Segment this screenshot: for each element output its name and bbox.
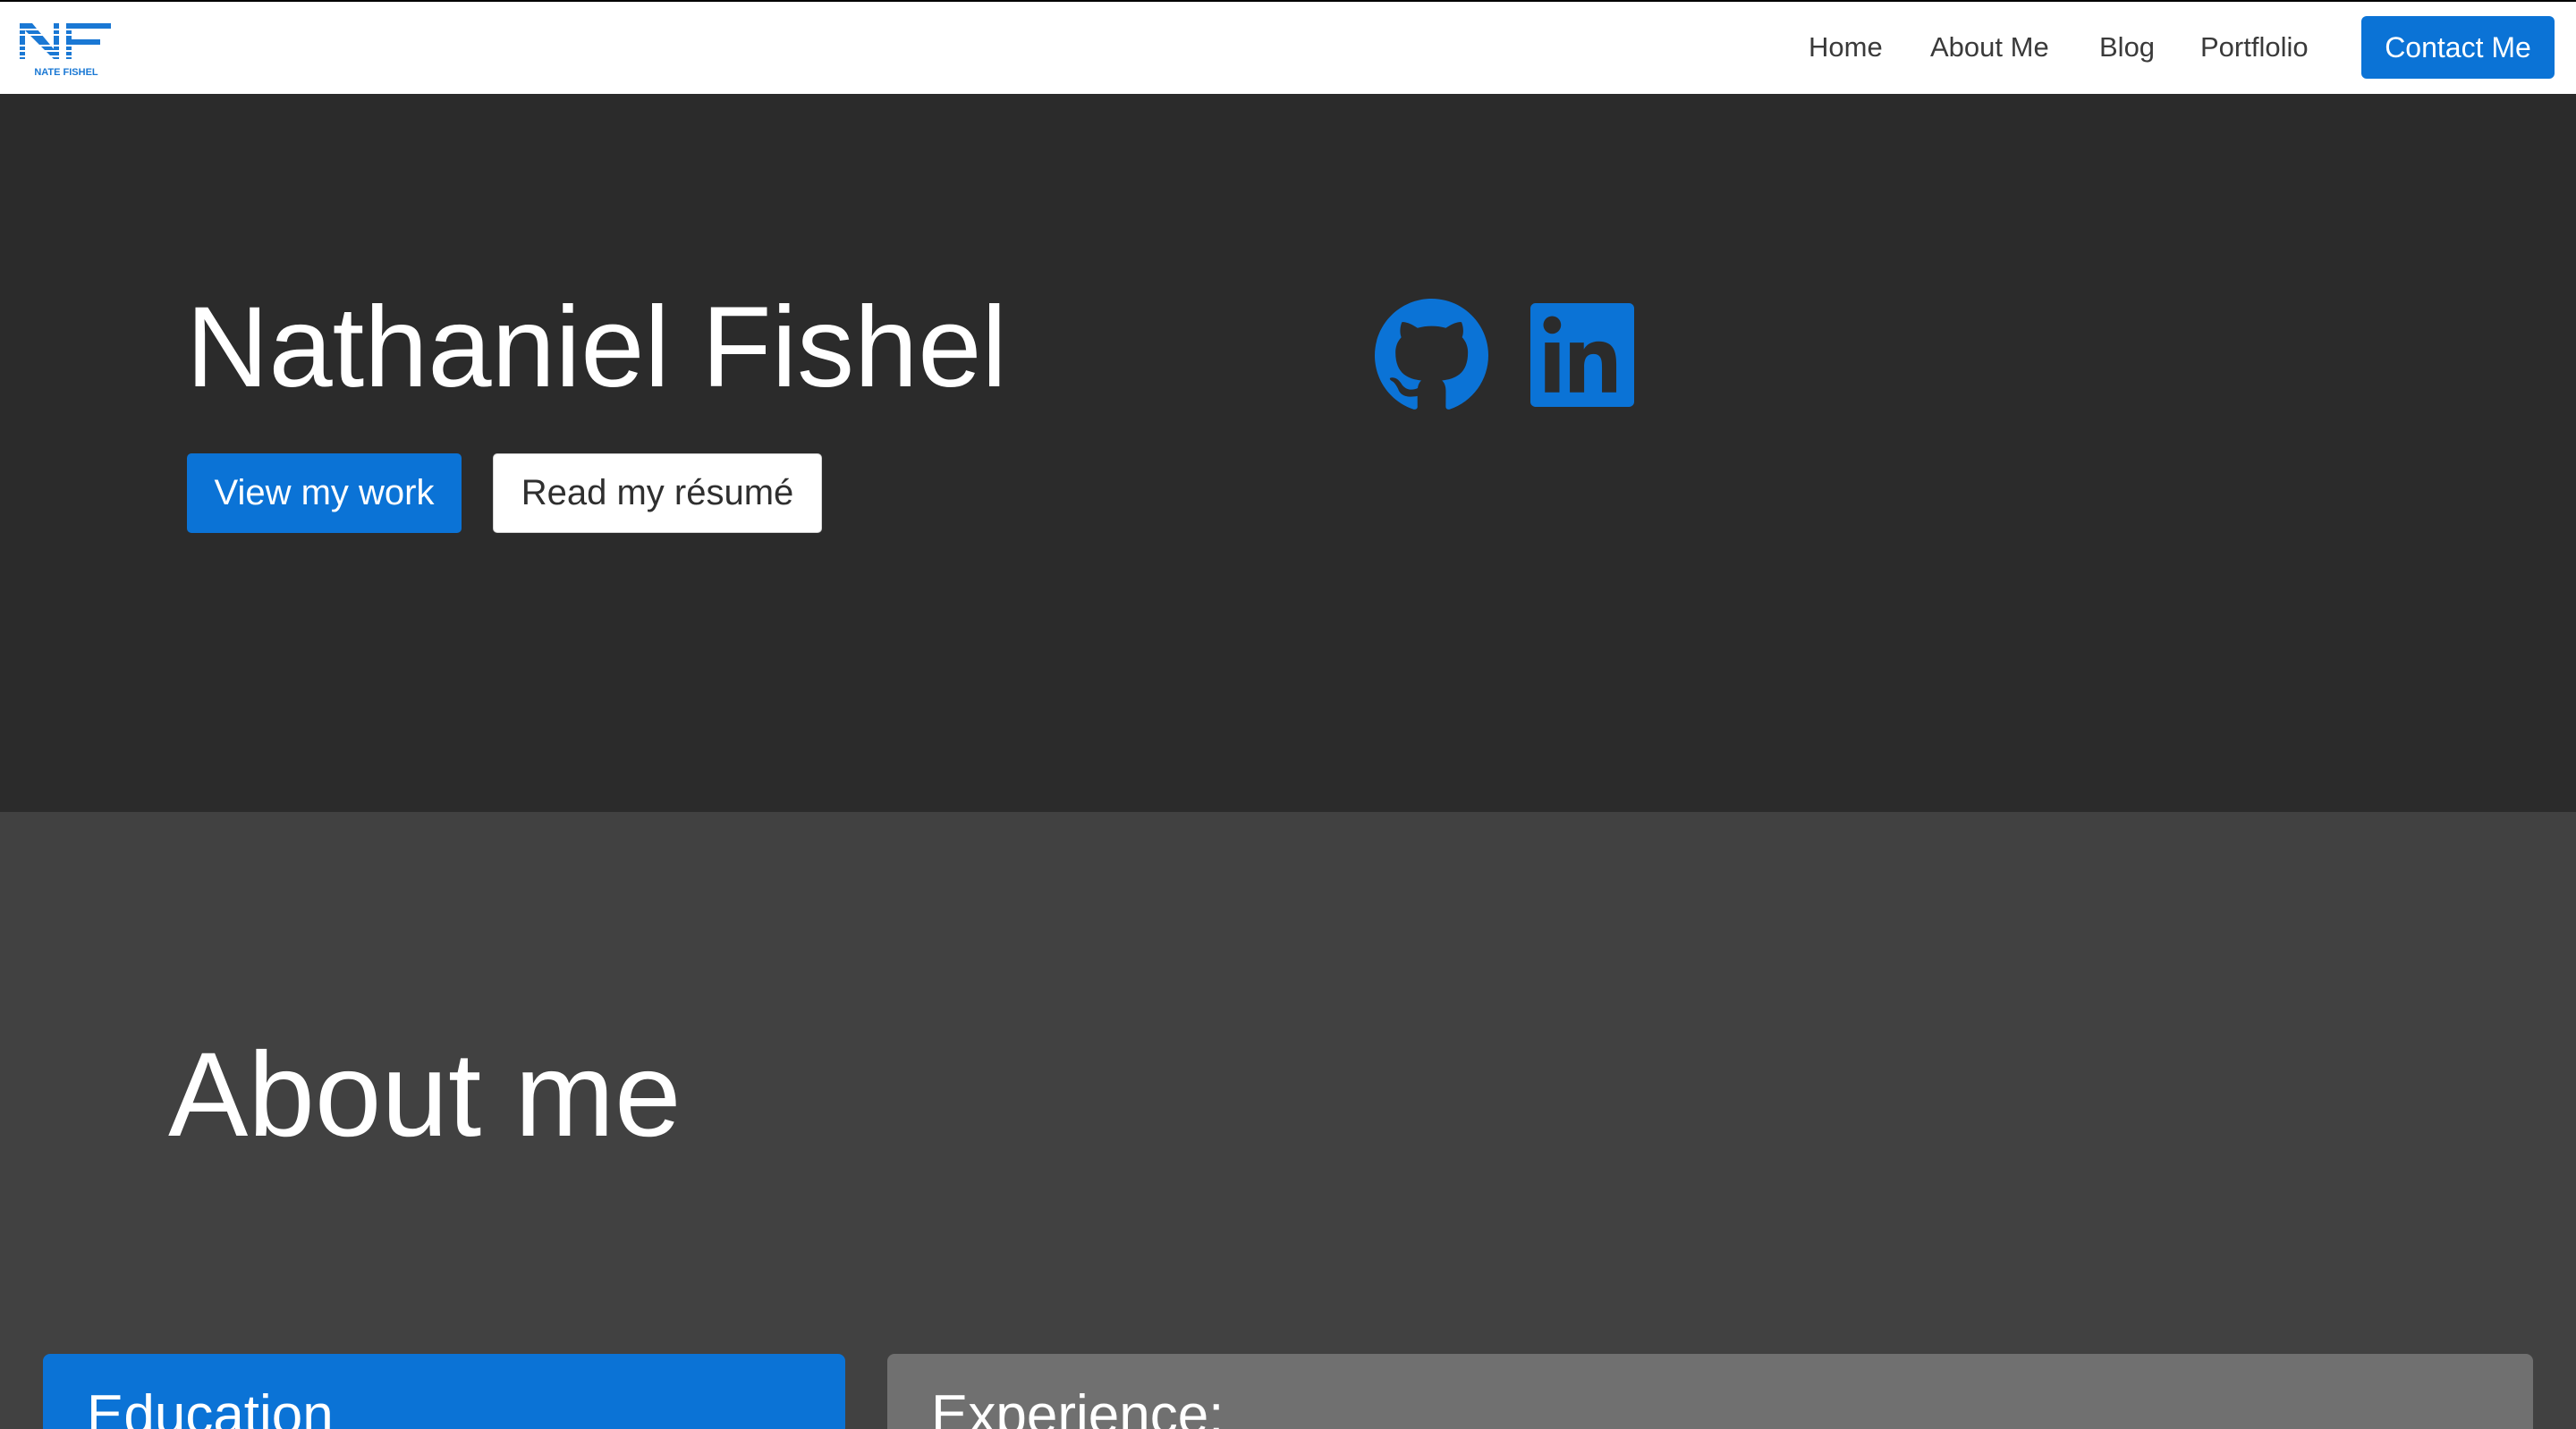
view-my-work-button[interactable]: View my work [187,453,462,533]
linkedin-link[interactable] [1530,303,1634,407]
education-card-title: Education [87,1384,334,1429]
github-link[interactable] [1375,299,1488,412]
logo-wordmark: NATE FISHEL [34,67,98,78]
experience-card: Experience: [887,1354,2533,1429]
hero-section: Nathaniel Fishel View my work Read my ré… [0,94,2576,812]
nav-about-me[interactable]: About Me [1930,31,2049,63]
read-resume-button[interactable]: Read my résumé [493,453,822,533]
about-title: About me [168,1028,682,1162]
nav-home[interactable]: Home [1809,31,1883,63]
nav-portfolio[interactable]: Portflolio [2200,31,2309,63]
linkedin-icon [1530,303,1634,407]
hero-name: Nathaniel Fishel [186,283,1007,411]
nav-blog[interactable]: Blog [2099,31,2155,63]
contact-me-button[interactable]: Contact Me [2361,16,2555,79]
experience-card-title: Experience: [931,1384,1224,1429]
education-card: Education [43,1354,845,1429]
top-navbar: NATE FISHEL Home About Me Blog Portfloli… [0,0,2576,94]
about-section: About me Education Experience: [0,812,2576,1429]
github-icon [1375,299,1488,410]
nate-fishel-logo[interactable]: NATE FISHEL [20,20,113,80]
logo-mark: NATE FISHEL [20,23,113,78]
